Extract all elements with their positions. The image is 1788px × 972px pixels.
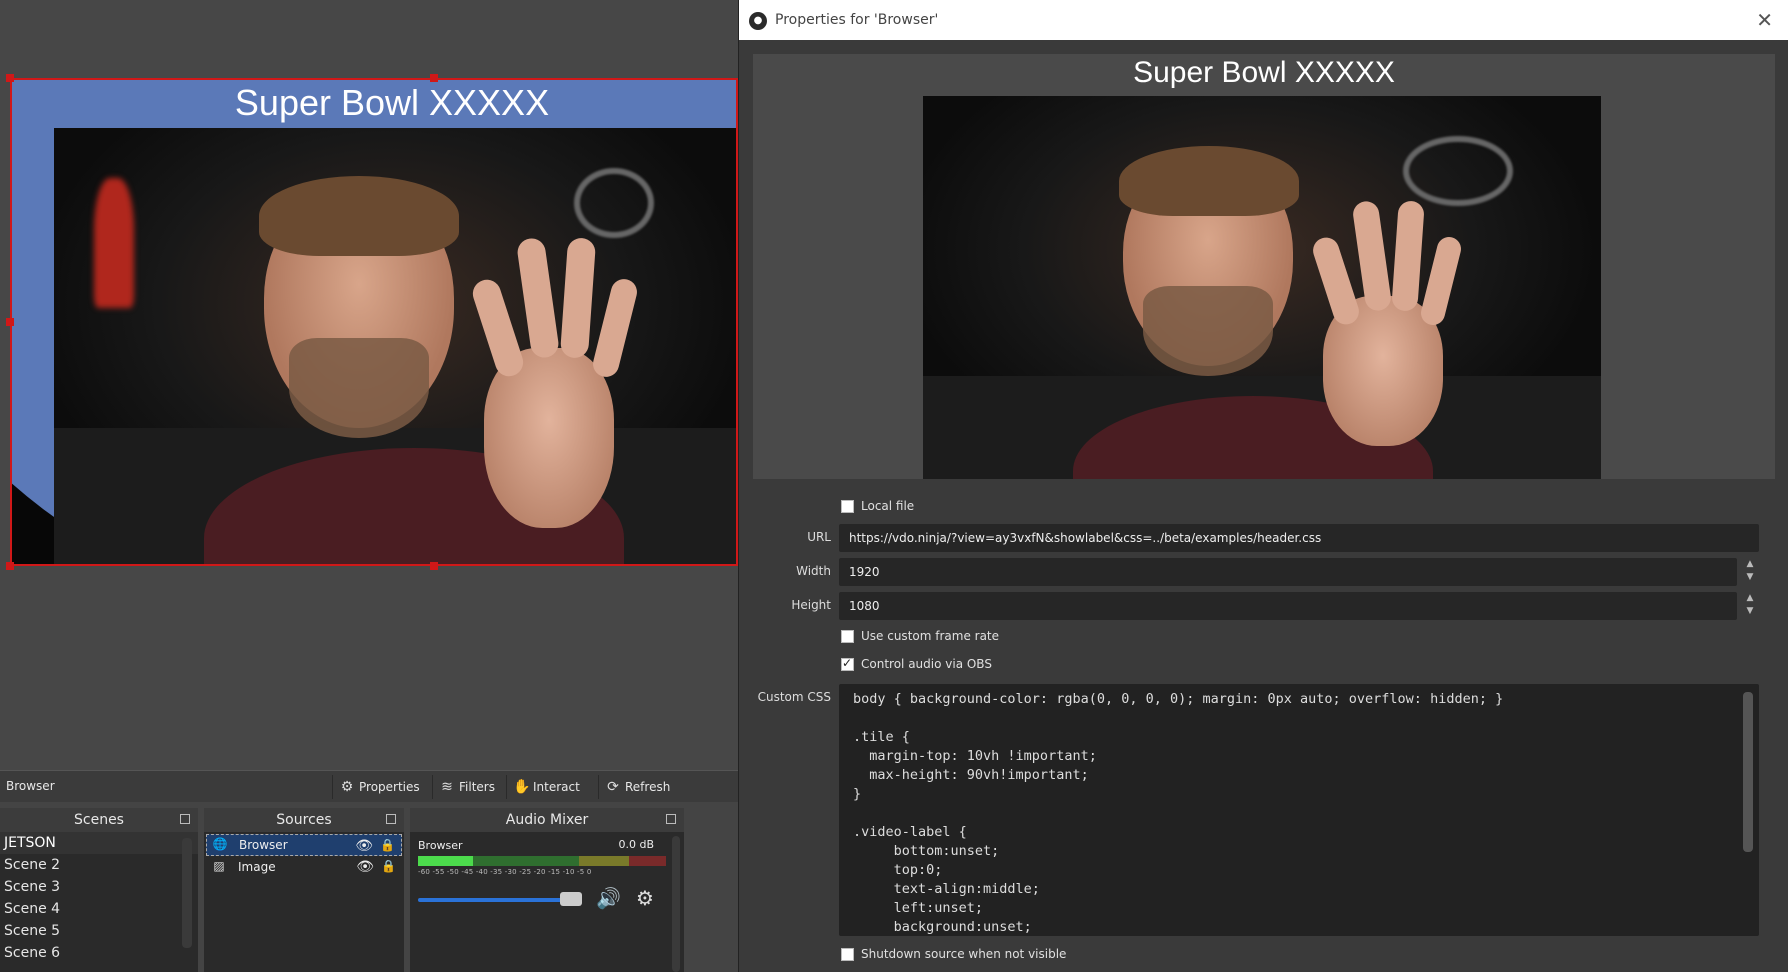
source-list: 🌐 Browser 👁 🔒 ▨ Image 👁 🔒	[204, 832, 404, 880]
dialog-preview: Super Bowl XXXXX	[753, 54, 1775, 479]
resize-handle-tl[interactable]	[6, 74, 14, 82]
volume-meter-fill	[418, 856, 473, 866]
image-icon: ▨	[213, 859, 225, 873]
sources-dock: Sources 🌐 Browser 👁 🔒 ▨ Image 👁 🔒	[204, 808, 404, 972]
audio-mixer-header: Audio Mixer	[410, 808, 684, 832]
properties-button[interactable]: ⚙ Properties	[332, 775, 426, 799]
source-toolbar: Browser ⚙ Properties ≋ Filters ✋ Interac…	[0, 770, 738, 802]
custom-css-label: Custom CSS	[757, 690, 831, 704]
properties-button-label: Properties	[359, 780, 420, 794]
undock-icon[interactable]	[386, 814, 396, 824]
gear-icon: ⚙	[340, 779, 354, 795]
source-item-label: Browser	[239, 838, 288, 852]
filters-button-label: Filters	[459, 780, 495, 794]
speaker-icon[interactable]: 🔊	[596, 886, 621, 910]
width-input[interactable]: 1920 ▲ ▼	[839, 558, 1753, 586]
selected-source-name: Browser	[6, 779, 55, 793]
local-file-checkbox[interactable]	[841, 500, 854, 513]
meter-ticks: -60 -55 -50 -45 -40 -35 -30 -25 -20 -15 …	[418, 868, 592, 876]
shutdown-label: Shutdown source when not visible	[861, 947, 1067, 961]
custom-frame-rate-checkbox[interactable]	[841, 630, 854, 643]
obs-logo-icon: ●	[749, 12, 767, 30]
source-item-browser[interactable]: 🌐 Browser 👁 🔒	[206, 834, 402, 856]
refresh-icon: ⟳	[607, 779, 619, 795]
local-file-label: Local file	[861, 499, 915, 513]
scenes-dock-title: Scenes	[74, 812, 124, 828]
preview-canvas[interactable]: Super Bowl XXXXX	[10, 78, 738, 566]
control-audio-checkbox[interactable]	[841, 656, 854, 671]
mixer-level: 0.0 dB	[618, 838, 654, 851]
scenes-dock: Scenes JETSON Scene 2 Scene 3 Scene 4 Sc…	[0, 808, 198, 972]
url-label: URL	[807, 530, 831, 544]
scene-item[interactable]: Scene 4	[0, 898, 198, 920]
url-input[interactable]: https://vdo.ninja/?view=ay3vxfN&showlabe…	[839, 524, 1759, 552]
shutdown-checkbox[interactable]	[841, 948, 854, 961]
scenes-dock-header: Scenes	[0, 808, 198, 832]
height-label: Height	[791, 598, 831, 612]
css-scrollbar[interactable]	[1743, 692, 1753, 852]
refresh-button[interactable]: ⟳ Refresh	[598, 775, 676, 799]
scene-item[interactable]: Scene 3	[0, 876, 198, 898]
mixer-channel-name: Browser	[418, 839, 463, 852]
refresh-button-label: Refresh	[625, 780, 671, 794]
source-item-image[interactable]: ▨ Image 👁 🔒	[206, 856, 402, 878]
scene-list: JETSON Scene 2 Scene 3 Scene 4 Scene 5 S…	[0, 832, 198, 964]
dialog-preview-title: Super Bowl XXXXX	[1133, 56, 1395, 89]
width-spinner[interactable]: ▲ ▼	[1741, 558, 1759, 586]
scene-item[interactable]: Scene 5	[0, 920, 198, 942]
scene-item[interactable]: JETSON	[0, 832, 198, 854]
filters-button[interactable]: ≋ Filters	[432, 775, 501, 799]
undock-icon[interactable]	[666, 814, 676, 824]
scenes-scrollbar[interactable]	[182, 838, 192, 948]
resize-handle-tm[interactable]	[430, 74, 438, 82]
dialog-title: Properties for 'Browser'	[775, 12, 939, 28]
source-item-label: Image	[238, 860, 276, 874]
close-icon[interactable]: ✕	[1756, 8, 1773, 32]
interact-button-label: Interact	[533, 780, 580, 794]
mixer-scrollbar[interactable]	[672, 836, 680, 972]
hand-icon: ✋	[513, 779, 531, 795]
custom-css-editor[interactable]: body { background-color: rgba(0, 0, 0, 0…	[839, 684, 1759, 936]
custom-frame-rate-label: Use custom frame rate	[861, 629, 1000, 643]
resize-handle-bm[interactable]	[430, 562, 438, 570]
properties-dialog: ● Properties for 'Browser' ✕ Super Bowl …	[738, 0, 1788, 972]
audio-mixer-title: Audio Mixer	[505, 812, 589, 828]
filter-icon: ≋	[441, 779, 453, 795]
height-input[interactable]: 1080 ▲ ▼	[839, 592, 1753, 620]
scene-item[interactable]: Scene 6	[0, 942, 198, 964]
scene-item[interactable]: Scene 2	[0, 854, 198, 876]
undock-icon[interactable]	[180, 814, 190, 824]
volume-meter	[418, 856, 666, 866]
volume-slider-handle[interactable]	[560, 892, 582, 906]
audio-mixer-dock: Audio Mixer Browser 0.0 dB -60 -55 -50 -…	[410, 808, 684, 972]
control-audio-label: Control audio via OBS	[861, 657, 992, 671]
mixer-channel: Browser 0.0 dB -60 -55 -50 -45 -40 -35 -…	[410, 832, 684, 972]
preview-video	[54, 128, 736, 564]
sources-dock-header: Sources	[204, 808, 404, 832]
volume-slider[interactable]	[418, 898, 578, 902]
sources-dock-title: Sources	[276, 812, 332, 828]
resize-handle-ml[interactable]	[6, 318, 14, 326]
gear-icon[interactable]: ⚙	[636, 886, 654, 910]
dialog-preview-video	[923, 96, 1601, 479]
height-value: 1080	[849, 599, 880, 613]
height-spinner[interactable]: ▲ ▼	[1741, 592, 1759, 620]
lock-icon[interactable]: 🔒	[381, 859, 396, 873]
resize-handle-bl[interactable]	[6, 562, 14, 570]
custom-css-text: body { background-color: rgba(0, 0, 0, 0…	[853, 691, 1504, 935]
dialog-titlebar: ● Properties for 'Browser' ✕	[739, 0, 1788, 40]
globe-icon: 🌐	[212, 837, 228, 851]
interact-button[interactable]: ✋ Interact	[506, 775, 586, 799]
width-value: 1920	[849, 565, 880, 579]
visibility-eye-icon[interactable]: 👁	[355, 838, 373, 854]
width-label: Width	[796, 564, 831, 578]
preview-area: Super Bowl XXXXX	[0, 0, 738, 770]
preview-overlay-title: Super Bowl XXXXX	[234, 82, 550, 123]
visibility-eye-icon[interactable]: 👁	[356, 859, 374, 875]
lock-icon[interactable]: 🔒	[380, 838, 395, 852]
